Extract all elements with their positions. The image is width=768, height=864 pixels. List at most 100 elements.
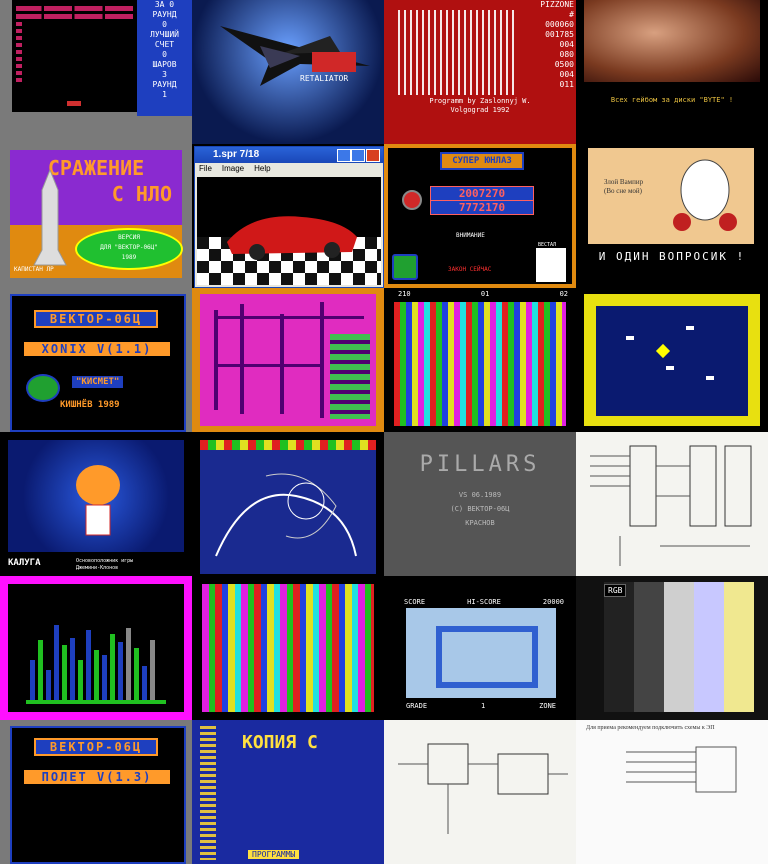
arena [436,626,538,688]
menu-item-file[interactable]: File [199,163,212,175]
screen: ВЕКТОР-06Ц XONIX V(1.1) "КИСМЕТ" КИШНЁВ … [10,294,186,432]
screen: СРАЖЕНИЕ С НЛО ВЕРСИЯ ДЛЯ "ВЕКТОР-06Ц" 1… [10,150,183,278]
credit: Programm by Zaslonnyj W. [429,97,531,105]
stat: 080 [559,50,574,59]
bottom-text: И ОДИН ВОПРОСИК ! [598,250,746,263]
grade-label: GRADE [406,702,428,710]
title: ВЕКТОР-06Ц [34,310,158,328]
tile-pizzone[interactable]: PIZZONE # 000060 001785 004 080 0500 004… [384,0,576,144]
tile-polet[interactable]: ВЕКТОР-06Ц ПОЛЕТ V(1.3) [0,720,192,864]
tile-yellow-field[interactable] [576,288,768,432]
label: 1989 [121,254,137,261]
screenshot-grid: ЗА 0 РАУНД 0 ЛУЧШИЙ СЧЕТ 0 ШАРОВ 3 РАУНД… [0,0,768,864]
header-text: Для приема рекомендуем подключить схемы … [586,725,715,731]
playfield [12,0,137,112]
tile-nlo[interactable]: СРАЖЕНИЕ С НЛО ВЕРСИЯ ДЛЯ "ВЕКТОР-06Ц" 1… [0,144,192,288]
game-title: XONIX V(1.1) [24,342,170,356]
tile-schematic-2[interactable] [384,720,576,864]
tile-magenta-maze[interactable] [192,288,384,432]
counter: 02 [559,290,568,298]
label: ВЕРСИЯ [118,234,140,241]
zone-label: ZONE [539,702,556,710]
credit: Volgograd 1992 [450,106,510,114]
playfield [596,306,748,416]
brick-row [16,6,133,11]
screen: СУПЕР ЮНЛАЗ 2007270 7772170 ВНИМАНИЕ ЗАК… [388,148,572,284]
window: 1.spr 7/18 File Image Help [194,146,384,288]
art [8,440,184,552]
logo: СУПЕР ЮНЛАЗ [440,152,524,170]
character-icon [76,465,120,536]
frame [584,294,760,426]
info-line: (C) ВЕКТОР-06Ц [450,505,510,513]
info-line: КРАСНОВ [465,519,495,527]
minimize-button[interactable] [337,149,351,162]
tile-schematic[interactable] [576,432,768,576]
enemy-icon [666,366,674,370]
tile-bar-chart[interactable] [0,576,192,720]
counter: 210 [398,290,411,298]
info-line: VS 06.1989 [458,491,502,499]
tile-viewer-window[interactable]: 1.spr 7/18 File Image Help [192,144,384,288]
info: VS 06.1989 (C) ВЕКТОР-06Ц КРАСНОВ [384,488,576,530]
image-area [197,177,381,285]
sign-line: Злой Вампир [604,178,644,186]
logo-badge [312,52,356,72]
value: 1 [162,90,167,99]
tile-kaluga[interactable]: КАЛУГА Основоположник игры Джемини-Клоно… [0,432,192,576]
score-label: SCORE [404,598,426,606]
brick-row [16,14,133,19]
header: КОПИЯ С [242,732,318,753]
tile-breakout[interactable]: ЗА 0 РАУНД 0 ЛУЧШИЙ СЧЕТ 0 ШАРОВ 3 РАУНД… [0,0,192,144]
caption: КАЛУГА [8,558,41,568]
caption: RETALIATOR [300,74,349,83]
stat: 0500 [554,60,574,69]
value: 0 [162,50,167,59]
tile-xonix[interactable]: ВЕКТОР-06Ц XONIX V(1.1) "КИСМЕТ" КИШНЁВ … [0,288,192,432]
credit: КИШНЁВ 1989 [60,400,120,410]
menu-item-image[interactable]: Image [222,163,244,175]
tile-rgb-bars[interactable]: RGB [576,576,768,720]
header: PIZZONE [540,0,574,9]
hiscore-value: 20000 [542,598,564,606]
circuit-diagram [590,445,752,566]
label: РАУНД [152,80,177,89]
tile-blue-sketch[interactable] [192,432,384,576]
tile-pillars[interactable]: PILLARS VS 06.1989 (C) ВЕКТОР-06Ц КРАСНО… [384,432,576,576]
block-diagram [626,746,737,793]
author: КАПИСТАН ЛР [14,266,54,273]
hiscore-label: HI-SCORE [467,598,501,606]
tile-retaliator[interactable]: RETALIATOR [192,0,384,144]
stat: 011 [559,80,574,89]
counter: 01 [480,290,490,298]
subcaption: Основоположник игры Джемини-Клонов [76,558,134,571]
value: 0 [162,20,167,29]
score-bar: SCORE HI-SCORE 20000 [404,598,564,606]
stat: 001785 [545,30,574,39]
label: ВНИМАНИЕ [456,232,485,239]
portrait-image [584,0,760,82]
tile-hiscore[interactable]: SCORE HI-SCORE 20000 GRADE 1 ZONE [384,576,576,720]
tile-super-game[interactable]: СУПЕР ЮНЛАЗ 2007270 7772170 ВНИМАНИЕ ЗАК… [384,144,576,288]
maze [200,294,376,426]
label: РАУНД [152,10,177,19]
menu-item-help[interactable]: Help [254,163,270,175]
portrait [536,248,566,282]
tile-portrait[interactable]: Всех гейбом за диски "BYTE" ! [576,0,768,144]
maximize-button[interactable] [351,149,365,162]
tile-kopiya[interactable]: КОПИЯ С ПРОГРАММЫ [192,720,384,864]
c-logo-icon [26,374,60,402]
tile-noise-2[interactable] [192,576,384,720]
score-panel: ЗА 0 РАУНД 0 ЛУЧШИЙ СЧЕТ 0 ШАРОВ 3 РАУНД… [137,0,192,116]
stat: 004 [559,70,574,79]
noise-field [202,584,374,712]
tile-text-diagram[interactable]: Для приема рекомендуем подключить схемы … [576,720,768,864]
scene: Злой Вампир (Во сне мой) [588,148,754,244]
label: ДЛЯ "ВЕКТОР-06Ц" [100,244,158,251]
stat: 004 [559,40,574,49]
tile-color-noise[interactable]: 210 01 02 [384,288,576,432]
close-button[interactable] [366,149,380,162]
tile-vampire[interactable]: Злой Вампир (Во сне мой) И ОДИН ВОПРОСИК… [576,144,768,288]
lives-value: 1 [481,702,486,710]
label: ЛУЧШИЙ [150,30,179,39]
